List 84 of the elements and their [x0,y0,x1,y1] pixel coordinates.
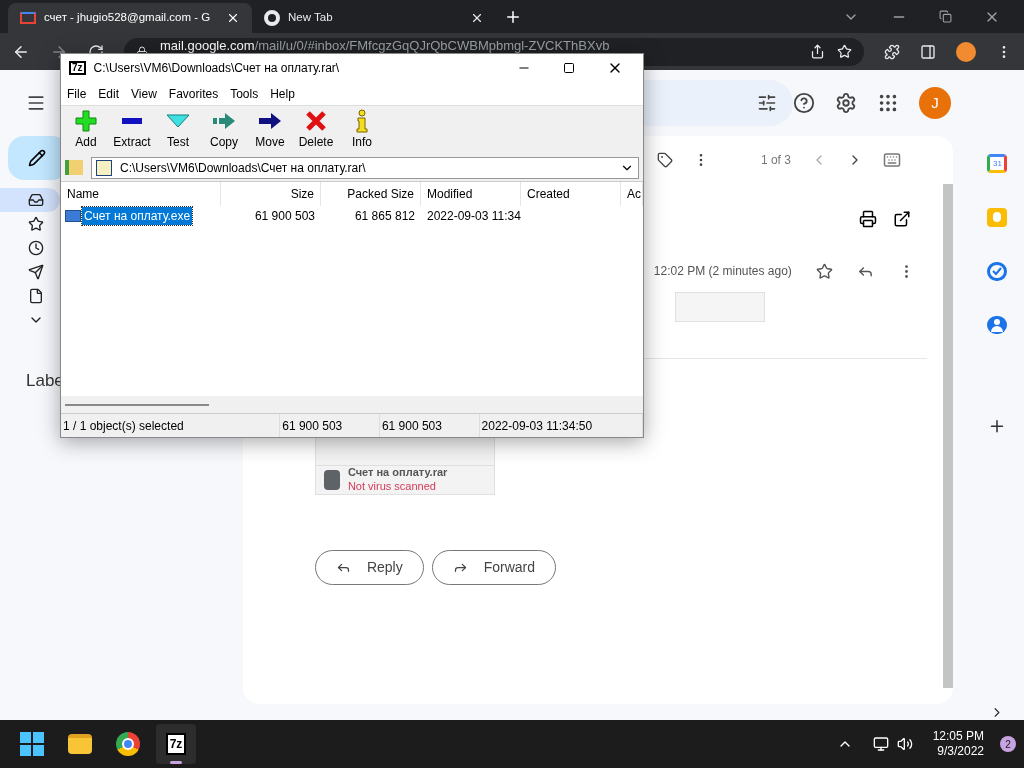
menu-item[interactable]: File [67,84,87,103]
taskbar-app[interactable]: 7z [156,724,196,764]
pencil-icon [28,149,46,167]
sent-icon [28,264,44,280]
attachment-name: Счет на оплату.rar [347,466,448,480]
app-icon: 7z [69,61,86,75]
open-in-new-icon[interactable] [892,210,911,228]
archive-icon [96,159,112,176]
restore-icon[interactable] [939,10,952,23]
toolbar-button[interactable]: Delete [295,109,337,151]
drafts-icon [28,288,44,304]
clock-date[interactable]: 9/3/2022 [937,744,984,759]
exe-file-icon [65,210,81,222]
menu-item[interactable]: Edit [98,84,120,103]
menu-item[interactable]: Tools [230,84,259,103]
inbox-icon [28,192,44,208]
table-cell-text: 61 865 812 [353,208,416,225]
status-text: 1 / 1 object(s) selected [61,414,281,437]
column-header[interactable]: Packed Size [321,182,421,206]
close-icon[interactable] [226,11,240,25]
mail-icon [20,12,36,24]
browser-tab[interactable]: New Tab [252,3,496,33]
column-header[interactable]: Created [521,182,621,206]
clock-time[interactable]: 12:05 PM [932,729,984,744]
toolbar-button[interactable]: Extract [111,109,153,151]
column-header[interactable]: Size [221,182,321,206]
calendar-icon[interactable]: 31 [987,154,1008,174]
timestamp: 12:02 PM (2 minutes ago) [653,263,792,280]
column-header[interactable]: Ac [621,182,643,206]
side-panel-icon[interactable] [920,43,936,60]
path-text: C:\Users\VM6\Downloads\Счет на оплату.rar\ [120,159,367,177]
minus-icon [122,118,142,124]
share-icon[interactable] [810,44,825,59]
notification-badge[interactable]: 2 [1000,736,1016,752]
toolbar-button[interactable]: Info [341,109,383,151]
scan-status: Not virus scanned [347,480,437,494]
volume-icon[interactable] [896,736,913,752]
close-icon [304,109,328,133]
help-icon[interactable] [792,92,815,114]
starred-icon [28,216,44,232]
print-icon[interactable] [858,210,877,228]
label-icon[interactable] [656,152,673,168]
file-name[interactable]: Счет на оплату.exe [82,207,193,225]
person-icon[interactable] [987,315,1008,335]
pager-text: 1 of 3 [760,152,791,169]
tab-title: New Tab [288,10,334,26]
status-text: 2022-09-03 11:34:50 [479,414,643,437]
settings-icon[interactable] [834,92,857,114]
browser-tab[interactable]: счет - jhugio528@gmail.com - G [8,3,252,33]
menu-item[interactable]: Help [270,84,295,103]
menu-icon[interactable] [26,93,46,113]
plus-icon [74,109,98,133]
url-text: mail.google.com/mail/u/0/#inbox/FMfcgzGqQJrQbCWBMpbmgl-ZVCKThBXvb [160,38,610,53]
scrollbar-thumb[interactable] [65,403,209,406]
column-header[interactable]: Modified [421,182,521,206]
toolbar-button[interactable]: Test [157,109,199,151]
scrollbar[interactable] [942,184,953,688]
extensions-icon[interactable] [884,43,900,60]
chrome-icon [116,732,140,756]
menu-item[interactable]: View [131,84,157,103]
windows-icon [20,732,44,756]
toolbar-button[interactable]: Add [65,109,107,151]
keyboard-icon[interactable] [882,151,901,169]
star-icon[interactable] [815,262,833,280]
table-cell-text: 2022-09-03 11:34 [426,208,521,225]
folder-icon [68,734,92,754]
archive-icon [323,470,340,490]
archiver-icon: 7z [165,733,187,755]
chrome-icon [264,10,280,26]
tab-title: счет - jhugio528@gmail.com - G [44,10,212,26]
network-icon[interactable] [872,736,889,752]
filter-icon[interactable] [756,93,777,113]
status-text: 61 900 503 [379,414,480,437]
table-cell-text: 61 900 503 [253,208,316,225]
toolbar-button[interactable]: Copy [203,109,245,151]
close-icon[interactable] [470,11,484,25]
menu-item[interactable]: Favorites [168,84,219,103]
toolbar-button[interactable]: Move [249,109,291,151]
nav-item[interactable] [0,188,60,212]
address-field[interactable]: C:\Users\VM6\Downloads\Счет на оплату.rar\ [91,156,639,179]
status-text: 61 900 503 [280,414,380,437]
snoozed-icon [28,240,44,256]
maximize-icon[interactable] [563,62,575,74]
profile-icon[interactable] [956,41,976,62]
